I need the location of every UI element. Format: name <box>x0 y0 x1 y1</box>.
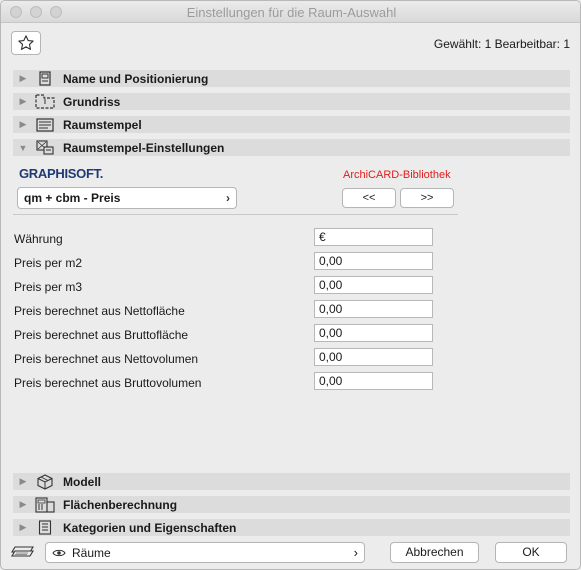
disclosure-collapsed-icon: ▶ <box>19 73 27 83</box>
model-cube-icon <box>35 473 55 490</box>
price-net-area-field[interactable] <box>314 300 433 318</box>
favorites-label: Räume <box>72 545 111 560</box>
section-label: Name und Positionierung <box>63 71 209 86</box>
section-label: Modell <box>63 474 101 489</box>
stamp-settings-icon <box>35 140 55 155</box>
star-icon <box>18 35 34 50</box>
param-label-price-gross-area: Preis berechnet aus Bruttofläche <box>14 328 189 342</box>
chevron-right-icon: › <box>353 545 358 560</box>
settings-window: Einstellungen für die Raum-Auswahl Gewäh… <box>0 0 581 570</box>
eye-icon <box>52 549 66 556</box>
title-bar: Einstellungen für die Raum-Auswahl <box>1 1 580 23</box>
price-per-m3-field[interactable] <box>314 276 433 294</box>
floor-plan-icon <box>35 94 55 109</box>
next-object-button[interactable]: >> <box>400 188 454 208</box>
section-name-positioning[interactable]: ▶ Name und Positionierung <box>13 70 570 87</box>
disclosure-collapsed-icon: ▶ <box>19 96 27 106</box>
section-grundriss[interactable]: ▶ Grundriss <box>13 93 570 110</box>
layers-stack-icon[interactable] <box>11 543 37 561</box>
zone-stamp-icon <box>35 117 55 132</box>
param-label-price-net-volume: Preis berechnet aus Nettovolumen <box>14 352 199 366</box>
section-label: Kategorien und Eigenschaften <box>63 520 237 535</box>
param-label-price-m3: Preis per m3 <box>14 280 83 294</box>
param-label-price-m2: Preis per m2 <box>14 256 83 270</box>
favorites-button[interactable] <box>11 31 41 55</box>
param-label-price-net-area: Preis berechnet aus Nettofläche <box>14 304 185 318</box>
name-position-icon <box>35 71 55 86</box>
graphisoft-logo: GRAPHISOFT. <box>19 166 104 181</box>
param-label-price-gross-volume: Preis berechnet aus Bruttovolumen <box>14 376 202 390</box>
previous-object-button[interactable]: << <box>342 188 396 208</box>
section-label: Grundriss <box>63 94 121 109</box>
chevron-right-icon: › <box>226 191 230 205</box>
price-gross-volume-field[interactable] <box>314 372 433 390</box>
selection-info: Gewählt: 1 Bearbeitbar: 1 <box>433 37 570 51</box>
section-label: Raumstempel-Einstellungen <box>63 140 225 155</box>
favorites-selector[interactable]: Räume › <box>45 542 365 563</box>
section-label: Flächenberechnung <box>63 497 178 512</box>
window-title: Einstellungen für die Raum-Auswahl <box>186 5 397 20</box>
price-per-m2-field[interactable] <box>314 252 433 270</box>
divider <box>13 214 458 215</box>
section-label: Raumstempel <box>63 117 142 132</box>
section-flaechenberechnung[interactable]: ▶ Flächenberechnung <box>13 496 570 513</box>
categories-list-icon <box>35 520 55 535</box>
disclosure-collapsed-icon: ▶ <box>19 522 27 532</box>
cancel-button[interactable]: Abbrechen <box>390 542 479 563</box>
currency-field[interactable] <box>314 228 433 246</box>
param-label-currency: Währung <box>14 232 63 246</box>
section-kategorien[interactable]: ▶ Kategorien und Eigenschaften <box>13 519 570 536</box>
disclosure-expanded-icon: ▼ <box>18 142 28 153</box>
selected-object-label: qm + cbm - Preis <box>24 191 121 205</box>
ok-button[interactable]: OK <box>495 542 567 563</box>
object-selector[interactable]: qm + cbm - Preis › <box>17 187 237 209</box>
section-modell[interactable]: ▶ Modell <box>13 473 570 490</box>
disclosure-collapsed-icon: ▶ <box>19 476 27 486</box>
disclosure-collapsed-icon: ▶ <box>19 119 27 129</box>
disclosure-collapsed-icon: ▶ <box>19 499 27 509</box>
library-name: ArchiCARD-Bibliothek <box>343 169 451 181</box>
section-raumstempel-settings[interactable]: ▼ Raumstempel-Einstellungen <box>13 139 570 156</box>
section-raumstempel[interactable]: ▶ Raumstempel <box>13 116 570 133</box>
area-calculation-icon <box>35 496 55 513</box>
price-net-volume-field[interactable] <box>314 348 433 366</box>
price-gross-area-field[interactable] <box>314 324 433 342</box>
